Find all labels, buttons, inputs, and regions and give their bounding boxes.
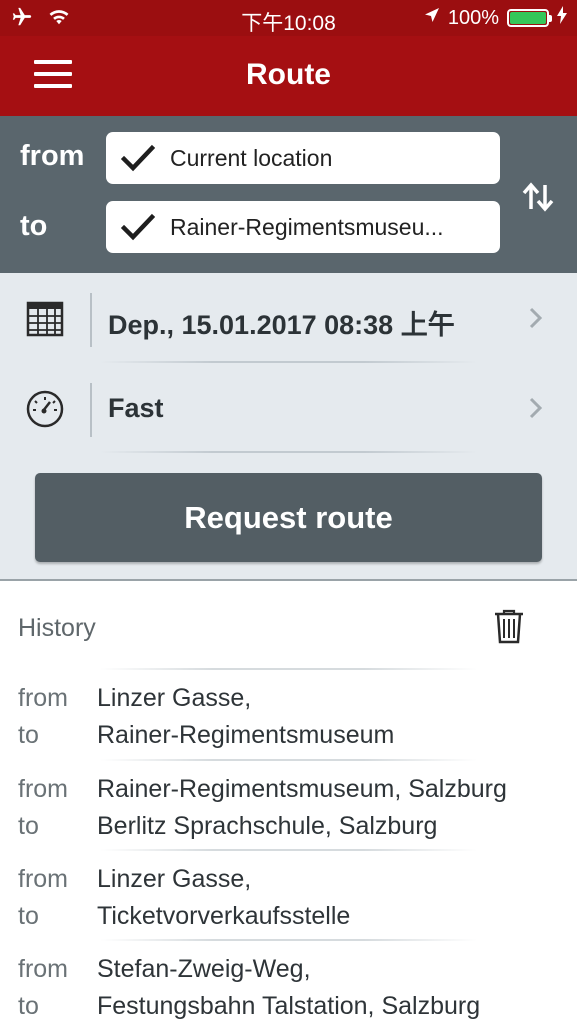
check-icon [106,144,170,172]
page-title: Route [246,58,331,91]
history-from: Stefan-Zweig-Weg, [97,955,311,983]
history-item[interactable]: from Linzer Gasse, to Rainer-Regimentsmu… [0,680,577,760]
divider [90,383,92,437]
departure-time-row[interactable]: Dep., 15.01.2017 08:38 上午 [0,273,577,363]
battery-percent: 100% [447,6,499,29]
history-to-label: to [18,902,39,930]
history-item[interactable]: from Stefan-Zweig-Weg, to Festungsbahn T… [0,951,577,1024]
chevron-right-icon [528,306,544,330]
history-to-label: to [18,721,39,749]
to-label: to [20,210,48,242]
from-field[interactable]: Current location [106,132,500,184]
to-field[interactable]: Rainer-Regimentsmuseu... [106,201,500,253]
departure-text: Dep., 15.01.2017 08:38 上午 [108,310,455,340]
history-from: Linzer Gasse, [97,684,252,712]
row-separator [100,759,477,761]
route-mode-row[interactable]: Fast [0,363,577,453]
history-title: History [18,614,96,642]
history-to-label: to [18,992,39,1020]
history-from: Rainer-Regimentsmuseum, Salzburg [97,775,507,803]
history-to: Festungsbahn Talstation, Salzburg [97,992,481,1020]
history-from: Linzer Gasse, [97,865,252,893]
row-separator [100,668,477,670]
history-from-label: from [18,865,68,893]
trash-icon[interactable] [492,608,526,644]
location-arrow-icon [424,6,440,30]
route-mode-text: Fast [108,393,164,423]
row-separator [100,849,477,851]
history-from-label: from [18,955,68,983]
row-separator [100,451,477,453]
from-value: Current location [170,144,333,171]
route-options: Dep., 15.01.2017 08:38 上午 Fast Request r… [0,273,577,579]
section-divider [0,579,577,581]
history-to: Berlitz Sprachschule, Salzburg [97,812,438,840]
calendar-icon [25,299,65,339]
check-icon [106,213,170,241]
history-to-label: to [18,812,39,840]
charging-icon [557,6,567,30]
request-route-button[interactable]: Request route [35,473,542,562]
divider [90,293,92,347]
route-input-panel: from to Current location Rainer-Regiment… [0,116,577,273]
history-to: Rainer-Regimentsmuseum [97,721,395,749]
history-item[interactable]: from Linzer Gasse, to Ticketvorverkaufss… [0,861,577,941]
history-from-label: from [18,684,68,712]
battery-icon [507,9,552,27]
from-label: from [20,140,85,172]
swap-icon[interactable] [520,179,556,215]
status-bar: 下午10:08 100% [0,0,577,36]
nav-bar: Route [0,36,577,116]
history-item[interactable]: from Rainer-Regimentsmuseum, Salzburg to… [0,771,577,851]
speedometer-icon [25,389,65,429]
history-to: Ticketvorverkaufsstelle [97,902,351,930]
chevron-right-icon [528,396,544,420]
history-from-label: from [18,775,68,803]
to-value: Rainer-Regimentsmuseu... [170,213,444,240]
row-separator [100,939,477,941]
